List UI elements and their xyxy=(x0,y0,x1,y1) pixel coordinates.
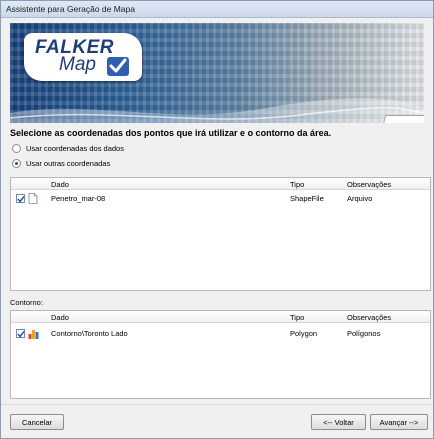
falker-map-logo: FALKER Map xyxy=(24,33,142,81)
radio-label: Usar coordenadas dos dados xyxy=(26,144,124,153)
file-icon xyxy=(28,193,38,204)
table-header: Dado Tipo Observações xyxy=(11,178,430,190)
cell-observacoes: Arquivo xyxy=(347,194,373,203)
column-header-dado[interactable]: Dado xyxy=(51,180,69,189)
title-bar: Assistente para Geração de Mapa xyxy=(1,1,433,18)
coordinates-table: Dado Tipo Observações Penetro_mar-08 Sha… xyxy=(10,177,431,291)
row-checkbox[interactable] xyxy=(16,194,25,203)
logo-check-icon xyxy=(107,57,129,76)
contorno-label: Contorno: xyxy=(10,298,43,307)
radio-use-data-coordinates[interactable]: Usar coordenadas dos dados xyxy=(12,143,124,154)
cell-tipo: Polygon xyxy=(290,329,318,338)
back-button[interactable]: <-- Voltar xyxy=(311,414,366,430)
table-header: Dado Tipo Observações xyxy=(11,311,430,323)
column-header-observacoes[interactable]: Observações xyxy=(347,313,391,322)
step-number: 4 xyxy=(394,120,406,123)
step-number-badge: 4 xyxy=(376,115,424,123)
cell-tipo: ShapeFile xyxy=(290,194,324,203)
row-checkbox[interactable] xyxy=(16,329,25,338)
cell-observacoes: Polígonos xyxy=(347,329,381,338)
wizard-window: Assistente para Geração de Mapa FALKER M… xyxy=(0,0,434,439)
table-row[interactable]: Contorno\Toronto Lado Polygon Polígonos xyxy=(11,327,430,340)
bar-chart-icon xyxy=(28,330,39,339)
column-header-observacoes[interactable]: Observações xyxy=(347,180,391,189)
footer-separator xyxy=(1,404,433,405)
radio-use-other-coordinates[interactable]: Usar outras coordenadas xyxy=(12,158,110,169)
radio-button[interactable] xyxy=(12,144,21,153)
logo-product-text: Map xyxy=(59,54,96,75)
radio-button-selected[interactable] xyxy=(12,159,21,168)
column-header-tipo[interactable]: Tipo xyxy=(290,180,304,189)
column-header-tipo[interactable]: Tipo xyxy=(290,313,304,322)
window-title: Assistente para Geração de Mapa xyxy=(6,4,135,14)
cancel-button[interactable]: Cancelar xyxy=(10,414,64,430)
table-row[interactable]: Penetro_mar-08 ShapeFile Arquivo xyxy=(11,192,430,205)
banner-wave-decoration xyxy=(10,98,424,123)
instruction-heading: Selecione as coordenadas dos pontos que … xyxy=(10,128,332,138)
next-button[interactable]: Avançar --> xyxy=(370,414,428,430)
contorno-table: Dado Tipo Observações Contorno\Toronto L… xyxy=(10,310,431,399)
cell-dado: Penetro_mar-08 xyxy=(51,194,106,203)
cell-dado: Contorno\Toronto Lado xyxy=(51,329,128,338)
radio-label: Usar outras coordenadas xyxy=(26,159,111,168)
column-header-dado[interactable]: Dado xyxy=(51,313,69,322)
header-banner: FALKER Map 4 xyxy=(10,23,424,123)
